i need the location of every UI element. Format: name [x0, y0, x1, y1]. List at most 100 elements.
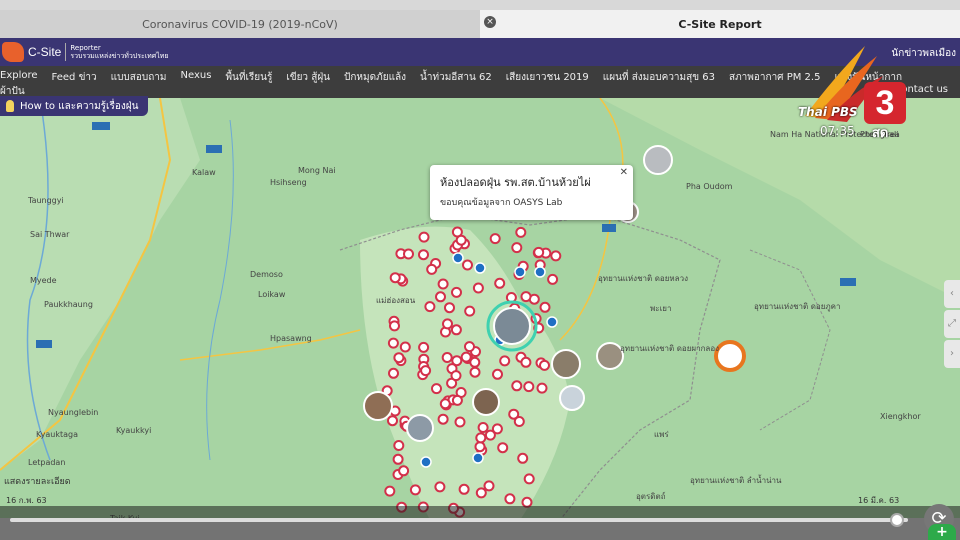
map-side-control[interactable]: ›	[944, 340, 960, 368]
timeline-track[interactable]	[10, 518, 908, 522]
map-pin[interactable]	[420, 365, 432, 377]
tab-coronavirus[interactable]: Coronavirus COVID-19 (2019-nCoV)	[0, 10, 480, 38]
timeline-slider-handle[interactable]	[890, 513, 904, 527]
nav-item[interactable]: เสียงเยาวชน 2019	[506, 70, 589, 85]
nav-item[interactable]: ปักหมุดภัยแล้ง	[344, 70, 406, 85]
map-pin[interactable]	[418, 341, 430, 353]
map-pin[interactable]	[497, 442, 509, 454]
map-pin[interactable]	[511, 242, 523, 254]
map-pin[interactable]	[398, 465, 410, 477]
map-pin[interactable]	[437, 278, 449, 290]
nav-item[interactable]: เขียว สู้ฝุ่น	[286, 70, 330, 85]
nav-item[interactable]: พื้นที่เรียนรู้	[225, 70, 272, 85]
map-pin[interactable]	[464, 305, 476, 317]
photo-marker[interactable]	[363, 391, 393, 421]
photo-marker[interactable]	[643, 145, 673, 175]
map-pin[interactable]	[451, 286, 462, 298]
map-pin[interactable]	[388, 367, 399, 379]
map-pin[interactable]	[520, 356, 532, 368]
map-pin[interactable]	[464, 341, 475, 353]
map-pin[interactable]	[477, 422, 489, 433]
map-pin[interactable]	[435, 291, 446, 303]
photo-marker[interactable]	[559, 385, 585, 411]
tab-csite-report[interactable]: C-Site Report	[480, 10, 960, 38]
map-pin[interactable]	[474, 441, 486, 453]
map-pin[interactable]	[489, 233, 501, 245]
map-pin[interactable]	[418, 249, 429, 261]
map-pin[interactable]	[504, 493, 516, 505]
map-pin[interactable]	[475, 432, 487, 444]
close-icon[interactable]: ✕	[620, 167, 628, 178]
nav-item[interactable]: แผนที่ ส่งมอบความสุข 63	[603, 70, 715, 85]
map-pin[interactable]	[444, 302, 455, 314]
map-pin[interactable]	[403, 248, 414, 260]
map-pin-blue[interactable]	[452, 252, 464, 264]
map-pin[interactable]	[392, 453, 404, 465]
map-pin[interactable]	[517, 452, 529, 464]
map-pin-blue[interactable]	[514, 266, 526, 278]
map-pin[interactable]	[550, 250, 562, 262]
map-pin[interactable]	[520, 291, 532, 303]
map-pin[interactable]	[460, 351, 472, 363]
map-pin[interactable]	[547, 273, 559, 285]
map-pin[interactable]	[393, 352, 405, 364]
map-side-control[interactable]: ‹	[944, 280, 960, 308]
nav-item[interactable]: Explore	[0, 70, 38, 85]
map-pin[interactable]	[442, 318, 453, 330]
nav-item[interactable]: Nexus	[181, 70, 212, 85]
nav-item[interactable]: แบบสอบถาม	[111, 70, 167, 85]
nav-item[interactable]: Feed ข่าว	[52, 70, 97, 85]
map-pin-blue[interactable]	[420, 456, 432, 468]
map-pin[interactable]	[424, 301, 436, 313]
map-pin[interactable]	[484, 429, 496, 441]
map-pin[interactable]	[499, 355, 511, 367]
map-pin[interactable]	[469, 356, 481, 368]
map-pin[interactable]	[431, 383, 442, 395]
photo-marker[interactable]	[472, 388, 500, 416]
map-pin[interactable]	[458, 483, 470, 495]
map-view[interactable]: Kalaw Taunggyi Sai Thwar Hsihseng Mong Nai De…	[0, 98, 960, 518]
map-pin[interactable]	[475, 487, 487, 499]
map-pin[interactable]	[508, 408, 520, 420]
map-pin[interactable]	[472, 282, 484, 294]
map-pin[interactable]	[439, 398, 451, 410]
photo-marker[interactable]	[551, 349, 581, 379]
map-pin-blue[interactable]	[534, 266, 546, 278]
map-pin[interactable]	[483, 480, 495, 492]
map-pin[interactable]	[523, 473, 535, 485]
photo-marker[interactable]	[493, 307, 531, 345]
close-icon[interactable]: ×	[484, 16, 496, 28]
map-pin-blue[interactable]	[472, 452, 484, 464]
map-pin[interactable]	[434, 481, 446, 493]
map-pin[interactable]	[450, 324, 462, 336]
map-pin[interactable]	[515, 226, 527, 238]
map-pin[interactable]	[455, 234, 467, 246]
map-pin[interactable]	[492, 368, 503, 380]
map-pin[interactable]	[469, 366, 481, 378]
map-pin[interactable]	[451, 394, 463, 406]
map-pin[interactable]	[409, 484, 421, 496]
map-pin[interactable]	[523, 381, 535, 393]
howto-button[interactable]: How to และความรู้เรื่องฝุ่น	[0, 96, 149, 116]
map-pin[interactable]	[511, 380, 523, 392]
show-details-button[interactable]: แสดงรายละเอียด	[4, 474, 71, 488]
map-pin[interactable]	[539, 359, 550, 371]
map-pin[interactable]	[389, 272, 401, 284]
photo-marker[interactable]	[406, 414, 434, 442]
map-pin[interactable]	[494, 277, 506, 289]
map-side-control[interactable]: ⤢	[944, 310, 960, 338]
nav-item[interactable]: น้ำท่วมอีสาน 62	[420, 70, 492, 85]
map-pin[interactable]	[441, 352, 453, 363]
site-logo[interactable]: C-Site Reporter รวบรวมแหล่งข่าวทั่วประเท…	[2, 42, 168, 62]
map-pin[interactable]	[387, 337, 399, 349]
map-pin[interactable]	[389, 320, 400, 332]
map-pin[interactable]	[399, 341, 411, 353]
map-pin[interactable]	[462, 259, 473, 271]
map-pin[interactable]	[536, 382, 548, 394]
map-pin-blue[interactable]	[546, 316, 558, 328]
map-pin[interactable]	[450, 370, 462, 382]
map-pin-blue[interactable]	[474, 262, 486, 274]
map-pin[interactable]	[533, 246, 545, 258]
map-pin[interactable]	[454, 416, 466, 428]
map-pin[interactable]	[437, 413, 449, 425]
